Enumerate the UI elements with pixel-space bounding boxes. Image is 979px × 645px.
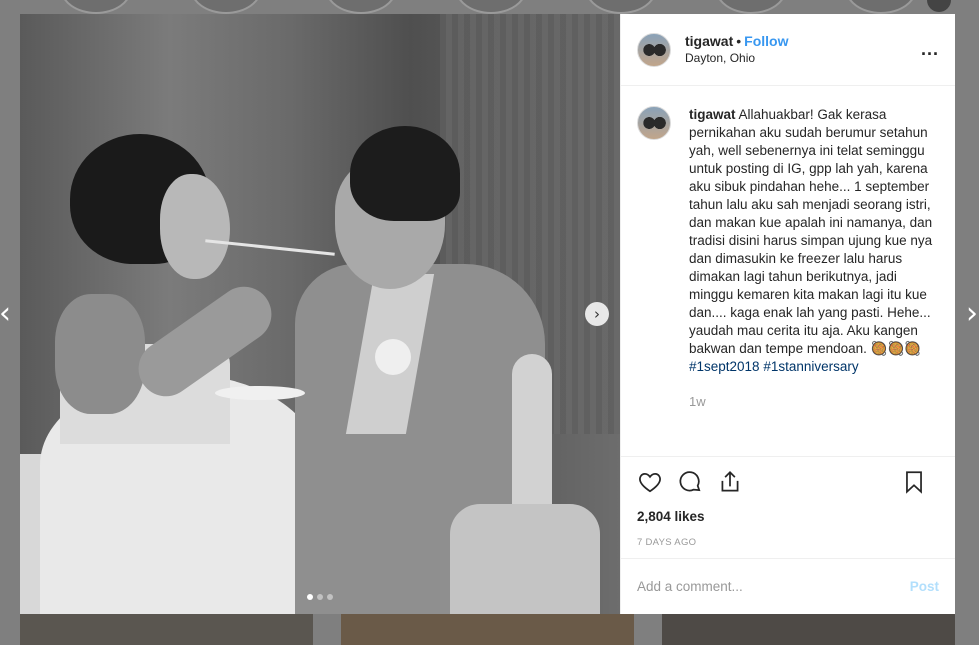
carousel-dot bbox=[307, 594, 313, 600]
post-comment-button[interactable]: Post bbox=[910, 579, 939, 594]
photo-bride-face bbox=[160, 174, 230, 279]
likes-count[interactable]: 2,804 likes bbox=[621, 506, 955, 528]
action-bar bbox=[621, 456, 955, 506]
background-story bbox=[455, 0, 527, 14]
background-grid-tile bbox=[341, 614, 634, 645]
location-link[interactable]: Dayton, Ohio bbox=[685, 50, 788, 67]
photo-cake-topper bbox=[512, 354, 552, 514]
background-story bbox=[60, 0, 132, 14]
post-modal: › tigawat • Follow Dayton, Ohio ... tigawa… bbox=[20, 14, 955, 614]
background-story bbox=[325, 0, 397, 14]
close-icon[interactable] bbox=[927, 0, 951, 12]
header-text: tigawat • Follow Dayton, Ohio bbox=[685, 33, 788, 67]
heart-icon[interactable] bbox=[637, 469, 663, 495]
follow-button[interactable]: Follow bbox=[744, 33, 788, 49]
post-sidebar: tigawat • Follow Dayton, Ohio ... tigawat … bbox=[620, 14, 955, 614]
caption-emoji: 🥘🥘🥘 bbox=[870, 341, 922, 356]
comment-icon[interactable] bbox=[677, 469, 703, 495]
username-link[interactable]: tigawat bbox=[685, 33, 733, 49]
background-story bbox=[715, 0, 787, 14]
next-post-arrow-icon[interactable]: › bbox=[961, 292, 979, 336]
post-photo[interactable]: › bbox=[20, 14, 620, 614]
hashtag-link[interactable]: #1stanniversary bbox=[763, 359, 858, 374]
photo-boutonniere bbox=[375, 339, 411, 375]
bookmark-icon[interactable] bbox=[901, 469, 927, 495]
comment-input[interactable] bbox=[637, 579, 910, 594]
background-grid-tile bbox=[662, 614, 955, 645]
caption-username[interactable]: tigawat bbox=[689, 107, 736, 122]
photo-groom-hair bbox=[350, 126, 460, 221]
more-options-icon[interactable]: ... bbox=[921, 40, 939, 58]
photo-bride-arm bbox=[55, 294, 145, 414]
separator: • bbox=[736, 32, 742, 49]
background-story bbox=[845, 0, 917, 14]
caption-time: 1w bbox=[689, 394, 706, 409]
caption: tigawat Allahuakbar! Gak kerasa pernikah… bbox=[637, 106, 939, 376]
previous-post-arrow-icon[interactable]: ‹ bbox=[0, 292, 16, 336]
avatar[interactable] bbox=[637, 106, 671, 140]
comments-section[interactable]: tigawat Allahuakbar! Gak kerasa pernikah… bbox=[621, 86, 955, 456]
avatar[interactable] bbox=[637, 32, 671, 67]
carousel-dots bbox=[20, 594, 620, 600]
share-icon[interactable] bbox=[717, 469, 743, 495]
background-story bbox=[585, 0, 657, 14]
carousel-next-icon[interactable]: › bbox=[585, 302, 609, 326]
add-comment-bar: Post bbox=[621, 558, 955, 614]
photo-plate bbox=[215, 386, 305, 400]
hashtag-link[interactable]: #1sept2018 bbox=[689, 359, 760, 374]
carousel-dot bbox=[327, 594, 333, 600]
post-timestamp: 7 DAYS AGO bbox=[637, 537, 697, 548]
caption-text: Allahuakbar! Gak kerasa pernikahan aku s… bbox=[689, 107, 933, 356]
carousel-dot bbox=[317, 594, 323, 600]
background-story bbox=[190, 0, 262, 14]
background-grid-tile bbox=[20, 614, 313, 645]
caption-body: tigawat Allahuakbar! Gak kerasa pernikah… bbox=[689, 106, 937, 376]
post-header: tigawat • Follow Dayton, Ohio ... bbox=[621, 14, 955, 86]
